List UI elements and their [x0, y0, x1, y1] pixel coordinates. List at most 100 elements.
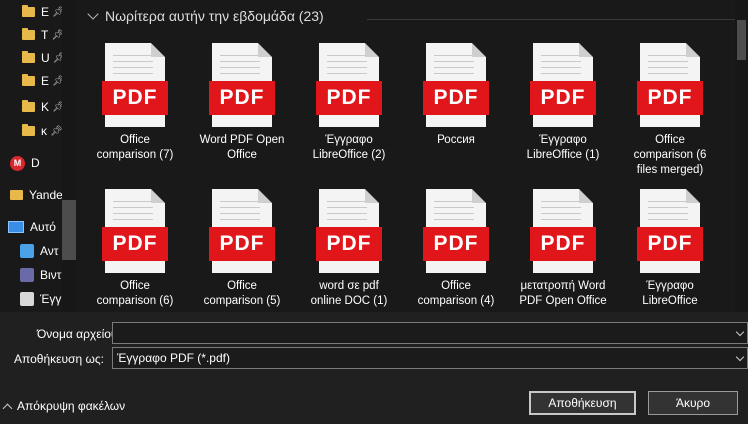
pdf-badge: PDF [423, 81, 489, 115]
save-form: Όνομα αρχείου: Αποθήκευση ως: Έγγραφο PD… [0, 312, 748, 424]
file-item[interactable]: PDF Έγγραφο LibreOffice [620, 189, 720, 309]
nav-item-label: Βιντ [40, 268, 62, 282]
file-item[interactable]: PDF Россия [406, 43, 506, 148]
folder-icon [22, 28, 35, 40]
folder-icon [22, 124, 35, 136]
nav-item-label: Αντ [40, 244, 59, 258]
file-list[interactable]: Νωρίτερα αυτήν την εβδομάδα (23) PDF Offi… [77, 0, 735, 312]
file-name-line: Έγγραφο [539, 134, 587, 146]
pin-icon: 📌︎ [50, 125, 62, 137]
pdf-badge: PDF [209, 227, 275, 261]
file-name: μετατροπή Word PDF Open Office [513, 279, 613, 309]
hide-folders-label: Απόκρυψη φακέλων [17, 399, 126, 413]
file-item[interactable]: PDF word σε pdf online DOC (1) [299, 189, 399, 309]
pdf-badge: PDF [316, 227, 382, 261]
nav-item-folder-3[interactable]: U 📌︎ [0, 47, 62, 69]
file-item[interactable]: PDF Word PDF Open Office [192, 43, 292, 163]
nav-item-folder-4[interactable]: E 📌︎ [0, 70, 62, 92]
file-name-line: Έγγραφο [646, 280, 694, 292]
file-item[interactable]: PDF Office comparison (6) [85, 189, 185, 309]
nav-item-this-pc[interactable]: Αυτό [0, 216, 62, 238]
nav-item-videos[interactable]: Βιντ [0, 264, 62, 286]
savetype-label: Αποθήκευση ως: [14, 352, 104, 366]
file-list-scrollbar[interactable] [735, 0, 748, 312]
file-name-line: Office [655, 134, 685, 146]
file-name-line: Office [120, 134, 150, 146]
mega-icon: M [10, 155, 25, 171]
folder-icon [10, 190, 23, 200]
pdf-file-icon: PDF [637, 189, 703, 273]
file-name: word σε pdf online DOC (1) [299, 279, 399, 309]
file-name-line: comparison (7) [96, 149, 174, 161]
savetype-value: Έγγραφο PDF (*.pdf) [117, 351, 230, 365]
pin-icon: 📌︎ [52, 52, 62, 64]
save-button[interactable]: Αποθήκευση [529, 391, 636, 415]
cancel-button[interactable]: Άκυρο [648, 391, 738, 415]
pdf-file-icon: PDF [530, 189, 596, 273]
nav-item-label: K [41, 100, 50, 114]
file-name-line: Россия [437, 134, 475, 146]
pdf-badge: PDF [102, 227, 168, 261]
file-name-line: Έγγραφο [325, 134, 373, 146]
nav-item-folder-1[interactable]: E 📌︎ [0, 1, 62, 23]
file-item[interactable]: PDF Office comparison (7) [85, 43, 185, 163]
pdf-file-icon: PDF [209, 189, 275, 273]
chevron-down-icon[interactable] [735, 352, 745, 362]
navigation-pane: E 📌︎ T 📌︎ U 📌︎ E 📌︎ K 📌︎ κ 📌︎ M D Yande … [0, 0, 77, 312]
file-name: Office comparison (6) [85, 279, 185, 309]
document-icon [20, 292, 34, 306]
chevron-down-icon[interactable] [735, 327, 745, 337]
pdf-badge: PDF [423, 227, 489, 261]
file-item[interactable]: PDF Έγγραφο LibreOffice (1) [513, 43, 613, 163]
file-item[interactable]: PDF Έγγραφο LibreOffice (2) [299, 43, 399, 163]
pdf-file-icon: PDF [316, 43, 382, 127]
nav-scrollbar-thumb[interactable] [62, 200, 76, 260]
file-name-line: comparison (5) [203, 295, 281, 307]
nav-item-yandex[interactable]: Yande [0, 184, 62, 206]
nav-item-documents[interactable]: Έγγρ [0, 288, 62, 310]
file-name: Office comparison (4) [406, 279, 506, 309]
file-name: Россия [406, 133, 506, 148]
nav-item-label: κ [41, 124, 47, 138]
nav-item-folder-2[interactable]: T 📌︎ [0, 24, 62, 46]
file-name-line: files merged) [636, 164, 704, 176]
nav-item-folder-5[interactable]: K 📌︎ [0, 96, 62, 118]
pdf-file-icon: PDF [423, 43, 489, 127]
nav-scrollbar-track[interactable] [62, 0, 76, 312]
filename-input[interactable] [112, 322, 748, 344]
pdf-badge: PDF [209, 81, 275, 115]
file-name: Office comparison (6 files merged) [620, 133, 720, 178]
scrollbar-thumb[interactable] [737, 20, 746, 60]
folder-icon [22, 5, 35, 17]
pdf-file-icon: PDF [209, 43, 275, 127]
file-item[interactable]: PDF Office comparison (6 files merged) [620, 43, 720, 178]
file-item[interactable]: PDF Office comparison (4) [406, 189, 506, 309]
file-name-line: comparison (6 [633, 149, 707, 161]
nav-item-label: Αυτό [30, 220, 56, 234]
nav-item-mega[interactable]: M D [0, 152, 62, 174]
pdf-badge: PDF [316, 81, 382, 115]
file-item[interactable]: PDF Office comparison (5) [192, 189, 292, 309]
group-header[interactable]: Νωρίτερα αυτήν την εβδομάδα (23) [87, 8, 324, 24]
pdf-file-icon: PDF [423, 189, 489, 273]
file-item[interactable]: PDF μετατροπή Word PDF Open Office [513, 189, 613, 309]
pin-icon: 📌︎ [52, 101, 62, 113]
nav-item-label: Yande [29, 188, 62, 202]
nav-item-folder-6[interactable]: κ 📌︎ [0, 120, 62, 142]
file-name-line: Word PDF Open [199, 134, 285, 146]
file-name: Έγγραφο LibreOffice (1) [513, 133, 613, 163]
savetype-select[interactable]: Έγγραφο PDF (*.pdf) [112, 347, 748, 369]
file-name-line: Office [227, 280, 257, 292]
pin-icon: 📌︎ [52, 6, 62, 18]
file-name-line: Office [441, 280, 471, 292]
chevron-down-icon [87, 8, 99, 20]
file-name-line: word σε pdf [319, 280, 379, 292]
nav-item-3d-objects[interactable]: Αντ [0, 240, 62, 262]
pdf-badge: PDF [637, 227, 703, 261]
pdf-badge: PDF [530, 81, 596, 115]
pdf-file-icon: PDF [102, 43, 168, 127]
cube-icon [20, 244, 34, 258]
hide-folders-toggle[interactable]: Απόκρυψη φακέλων [2, 399, 126, 413]
file-name-line: comparison (6) [96, 295, 174, 307]
file-name: Word PDF Open Office [192, 133, 292, 163]
